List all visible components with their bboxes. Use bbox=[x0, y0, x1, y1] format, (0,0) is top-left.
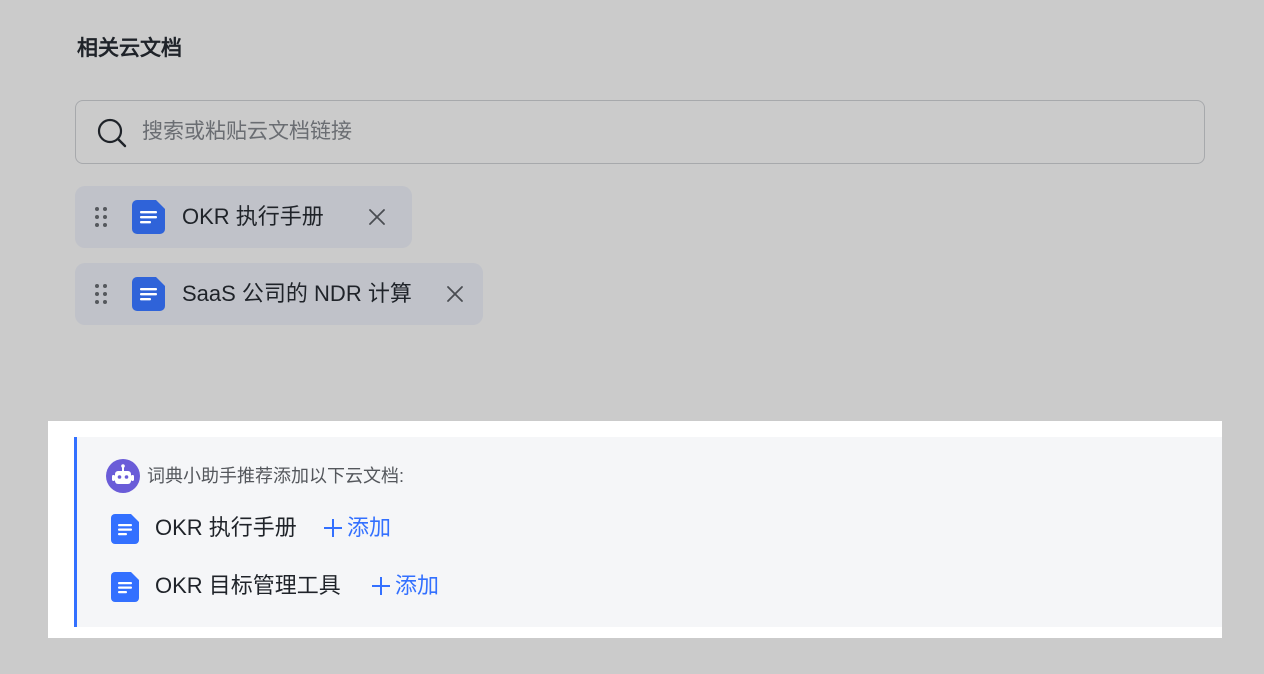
plus-icon bbox=[372, 577, 390, 595]
linked-doc-chip[interactable]: SaaS 公司的 NDR 计算 bbox=[75, 263, 483, 325]
document-icon bbox=[111, 514, 139, 544]
robot-icon bbox=[106, 459, 140, 493]
search-box[interactable] bbox=[75, 100, 1205, 164]
recommendation-panel: 词典小助手推荐添加以下云文档: OKR 执行手册 添加 OKR 目标管理工具 添… bbox=[48, 421, 1222, 638]
close-icon[interactable] bbox=[446, 285, 464, 303]
drag-handle-icon[interactable] bbox=[94, 283, 108, 305]
linked-doc-title[interactable]: SaaS 公司的 NDR 计算 bbox=[182, 263, 412, 325]
add-button[interactable]: 添加 bbox=[323, 510, 391, 546]
recommended-doc-title[interactable]: OKR 目标管理工具 bbox=[155, 568, 341, 604]
add-button[interactable]: 添加 bbox=[371, 568, 439, 604]
recommendation-box: 词典小助手推荐添加以下云文档: OKR 执行手册 添加 OKR 目标管理工具 添… bbox=[74, 437, 1222, 627]
document-icon bbox=[132, 277, 165, 311]
document-icon bbox=[111, 572, 139, 602]
plus-icon bbox=[324, 519, 342, 537]
recommendation-title: 词典小助手推荐添加以下云文档: bbox=[147, 466, 404, 486]
close-icon[interactable] bbox=[368, 208, 386, 226]
recommended-doc-title[interactable]: OKR 执行手册 bbox=[155, 510, 297, 546]
section-title: 相关云文档 bbox=[77, 37, 182, 60]
add-button-label[interactable]: 添加 bbox=[347, 510, 391, 546]
linked-doc-title[interactable]: OKR 执行手册 bbox=[182, 186, 324, 248]
search-input[interactable] bbox=[142, 101, 1142, 163]
search-icon bbox=[97, 118, 127, 148]
document-icon bbox=[132, 200, 165, 234]
linked-doc-chip[interactable]: OKR 执行手册 bbox=[75, 186, 412, 248]
drag-handle-icon[interactable] bbox=[94, 206, 108, 228]
add-button-label[interactable]: 添加 bbox=[395, 568, 439, 604]
